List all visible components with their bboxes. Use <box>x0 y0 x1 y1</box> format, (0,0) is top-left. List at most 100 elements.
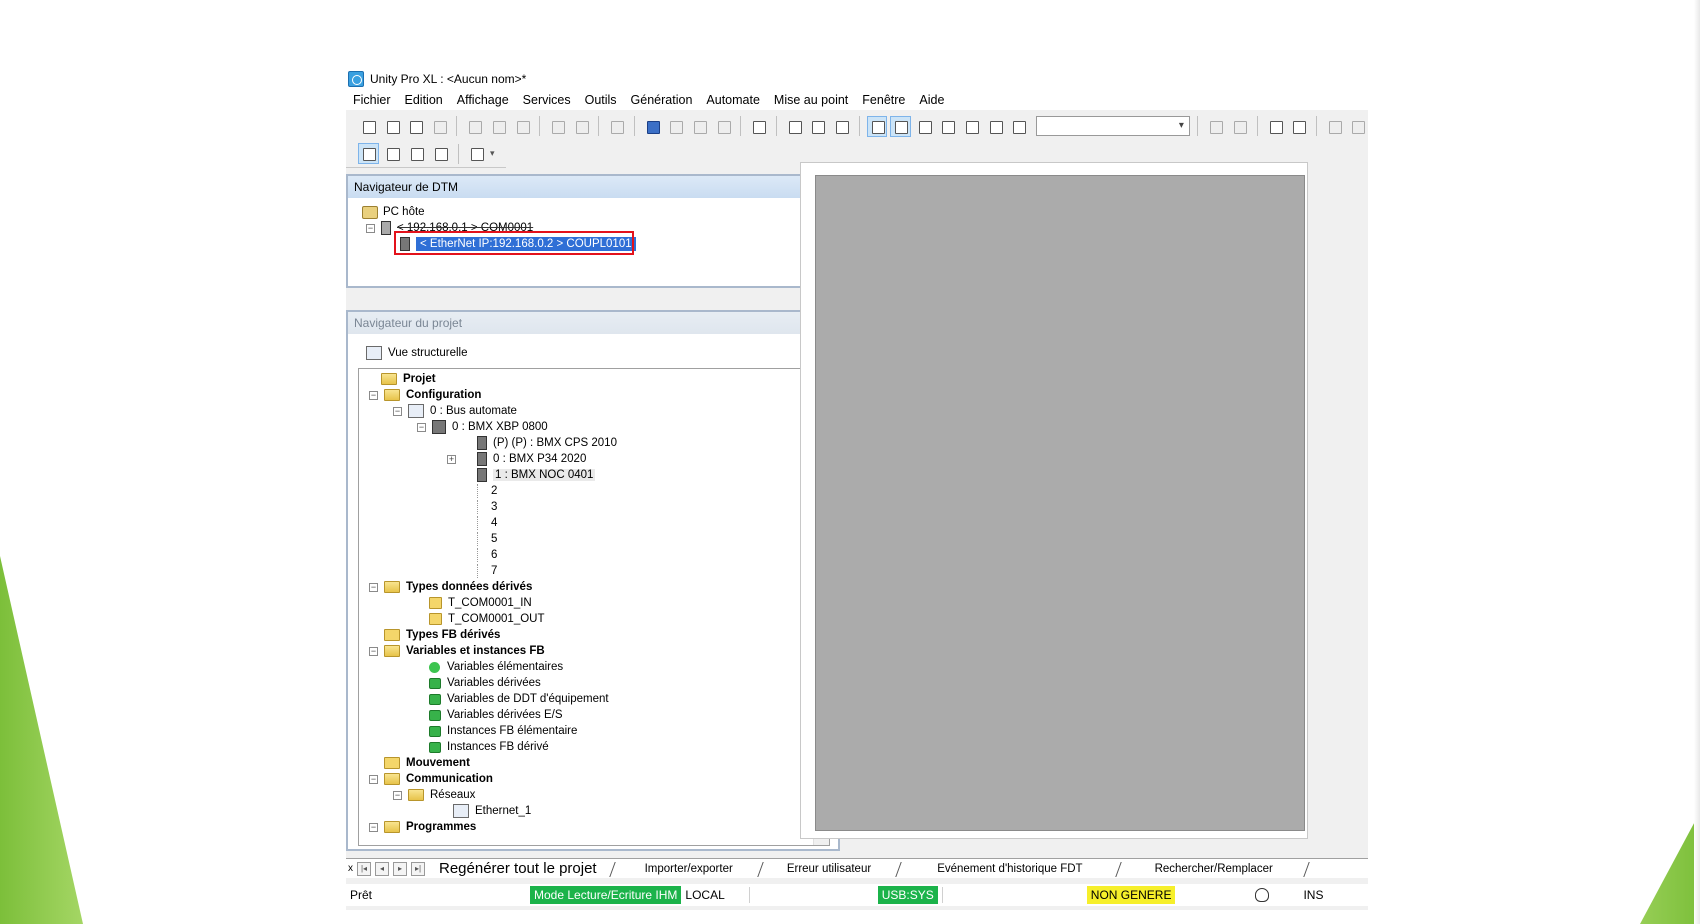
data-editor-icon[interactable] <box>937 116 958 137</box>
menu-fenetre[interactable]: Fenêtre <box>855 93 912 107</box>
tree-item-ethernet[interactable]: Ethernet_1 <box>453 803 531 819</box>
collapse-icon[interactable]: − <box>369 646 378 656</box>
tree-item-variables[interactable]: − Variables et instances FB <box>369 643 545 659</box>
tree-item-variable[interactable]: Variables dérivées <box>429 675 541 691</box>
editor-workspace[interactable] <box>815 175 1305 831</box>
tab-find-replace[interactable]: Rechercher/Remplacer <box>1121 860 1309 878</box>
project-browser-icon[interactable] <box>890 115 911 137</box>
menu-edition[interactable]: Edition <box>398 93 450 107</box>
find-next-icon[interactable] <box>985 116 1006 137</box>
open-folder-icon[interactable] <box>382 116 403 137</box>
functional-view-icon[interactable] <box>382 143 403 164</box>
search-combo[interactable]: ▾ <box>1035 116 1191 136</box>
tree-item-module[interactable]: 1 : BMX NOC 0401 <box>477 467 596 483</box>
tree-item-slot[interactable]: 7 <box>477 563 497 579</box>
analyze-icon[interactable] <box>642 116 663 137</box>
tree-item-slot[interactable]: 5 <box>477 531 497 547</box>
tree-item-configuration[interactable]: − Configuration <box>369 387 481 403</box>
tree-item-slot[interactable]: 6 <box>477 547 497 563</box>
tree-item-networks[interactable]: − Réseaux <box>393 787 475 803</box>
cut-icon[interactable] <box>488 116 509 137</box>
collapse-icon[interactable]: − <box>369 774 378 784</box>
tab-regenerate[interactable]: Regénérer tout le projet <box>425 860 615 878</box>
close-icon[interactable]: x <box>348 863 353 874</box>
window-layout-icon[interactable] <box>866 115 888 137</box>
tree-item-variable[interactable]: Instances FB dérivé <box>429 739 549 755</box>
tree-item-variable[interactable]: Variables dérivées E/S <box>429 707 562 723</box>
expand-icon[interactable]: + <box>447 454 456 464</box>
tree-item-variable[interactable]: Instances FB élémentaire <box>429 723 577 739</box>
chevron-down-icon[interactable]: ▾ <box>490 148 495 159</box>
zoom-icon[interactable] <box>689 116 710 137</box>
tree-item-communication[interactable]: − Communication <box>369 771 493 787</box>
menu-fichier[interactable]: Fichier <box>346 93 398 107</box>
redo-icon[interactable] <box>571 116 592 137</box>
run-icon[interactable] <box>1324 116 1345 137</box>
table-icon[interactable] <box>914 116 935 137</box>
next-tab-icon[interactable]: ▸ <box>393 861 407 876</box>
io-config-icon[interactable] <box>807 116 828 137</box>
tree-item-fb-types[interactable]: Types FB dérivés <box>384 627 500 643</box>
collapse-icon[interactable]: − <box>369 822 378 832</box>
split-horizontal-icon[interactable] <box>430 143 451 164</box>
menu-mise-au-point[interactable]: Mise au point <box>767 93 855 107</box>
tree-item-slot[interactable]: 2 <box>477 483 497 499</box>
binoculars-icon[interactable] <box>1008 116 1029 137</box>
tab-fdt-history[interactable]: Evénement d'historique FDT <box>901 860 1120 878</box>
validate-icon[interactable] <box>606 116 627 137</box>
browser-icon[interactable] <box>784 116 805 137</box>
last-tab-icon[interactable]: ▸| <box>411 861 425 876</box>
paste-icon[interactable] <box>512 116 533 137</box>
search-tool-icon[interactable] <box>665 116 686 137</box>
tree-item-movement[interactable]: Mouvement <box>384 755 470 771</box>
tree-item-pc-host[interactable]: PC hôte <box>362 204 425 220</box>
copy-icon[interactable] <box>464 116 485 137</box>
collapse-icon[interactable]: − <box>369 582 378 592</box>
tree-item-rack[interactable]: − 0 : BMX XBP 0800 <box>417 419 548 435</box>
tree-item-slot[interactable]: 3 <box>477 499 497 515</box>
new-file-icon[interactable] <box>358 116 379 137</box>
disconnect-icon[interactable] <box>1229 116 1250 137</box>
io-list-icon[interactable] <box>831 116 852 137</box>
collapse-icon[interactable]: − <box>369 390 378 400</box>
tree-item-module[interactable]: + 0 : BMX P34 2020 <box>447 451 586 467</box>
tree-item-variable[interactable]: Variables de DDT d'équipement <box>429 691 609 707</box>
collapse-icon[interactable]: − <box>366 223 375 233</box>
stop-plc-icon[interactable] <box>1347 116 1368 137</box>
undo-icon[interactable] <box>547 116 568 137</box>
tree-item-bus[interactable]: − 0 : Bus automate <box>393 403 517 419</box>
tree-item-slot[interactable]: 4 <box>477 515 497 531</box>
monitor-icon[interactable] <box>1288 116 1309 137</box>
menu-automate[interactable]: Automate <box>699 93 767 107</box>
save-icon[interactable] <box>405 116 426 137</box>
split-vertical-icon[interactable] <box>406 143 427 164</box>
menu-generation[interactable]: Génération <box>624 93 700 107</box>
chevron-down-icon[interactable]: ▾ <box>1173 117 1189 135</box>
tree-item-projet[interactable]: Projet <box>381 371 436 387</box>
tab-user-error[interactable]: Erreur utilisateur <box>763 860 901 878</box>
download-icon[interactable] <box>748 116 769 137</box>
menu-affichage[interactable]: Affichage <box>450 93 516 107</box>
menu-aide[interactable]: Aide <box>912 93 951 107</box>
collapse-icon[interactable]: − <box>417 422 426 432</box>
collapse-icon[interactable]: − <box>393 790 402 800</box>
menu-services[interactable]: Services <box>516 93 578 107</box>
tab-import-export[interactable]: Importer/exporter <box>615 860 763 878</box>
print-icon[interactable] <box>429 116 450 137</box>
connect-icon[interactable] <box>1205 116 1226 137</box>
zoom-in-icon[interactable] <box>466 143 487 164</box>
tree-item-type[interactable]: T_COM0001_OUT <box>429 611 545 627</box>
tree-item-module[interactable]: (P) (P) : BMX CPS 2010 <box>477 435 617 451</box>
tree-item-variable[interactable]: Variables élémentaires <box>429 659 563 675</box>
menu-outils[interactable]: Outils <box>578 93 624 107</box>
tree-item-programs[interactable]: − Programmes <box>369 819 476 835</box>
first-tab-icon[interactable]: |◂ <box>357 861 371 876</box>
stop-icon[interactable] <box>713 116 734 137</box>
prev-tab-icon[interactable]: ◂ <box>375 861 389 876</box>
tree-item-type[interactable]: T_COM0001_IN <box>429 595 532 611</box>
structural-view-icon[interactable] <box>358 143 379 164</box>
panel-icon[interactable] <box>1265 116 1286 137</box>
collapse-icon[interactable]: − <box>393 406 402 416</box>
find-prev-icon[interactable] <box>961 116 982 137</box>
tree-item-derived-types[interactable]: − Types données dérivés <box>369 579 532 595</box>
